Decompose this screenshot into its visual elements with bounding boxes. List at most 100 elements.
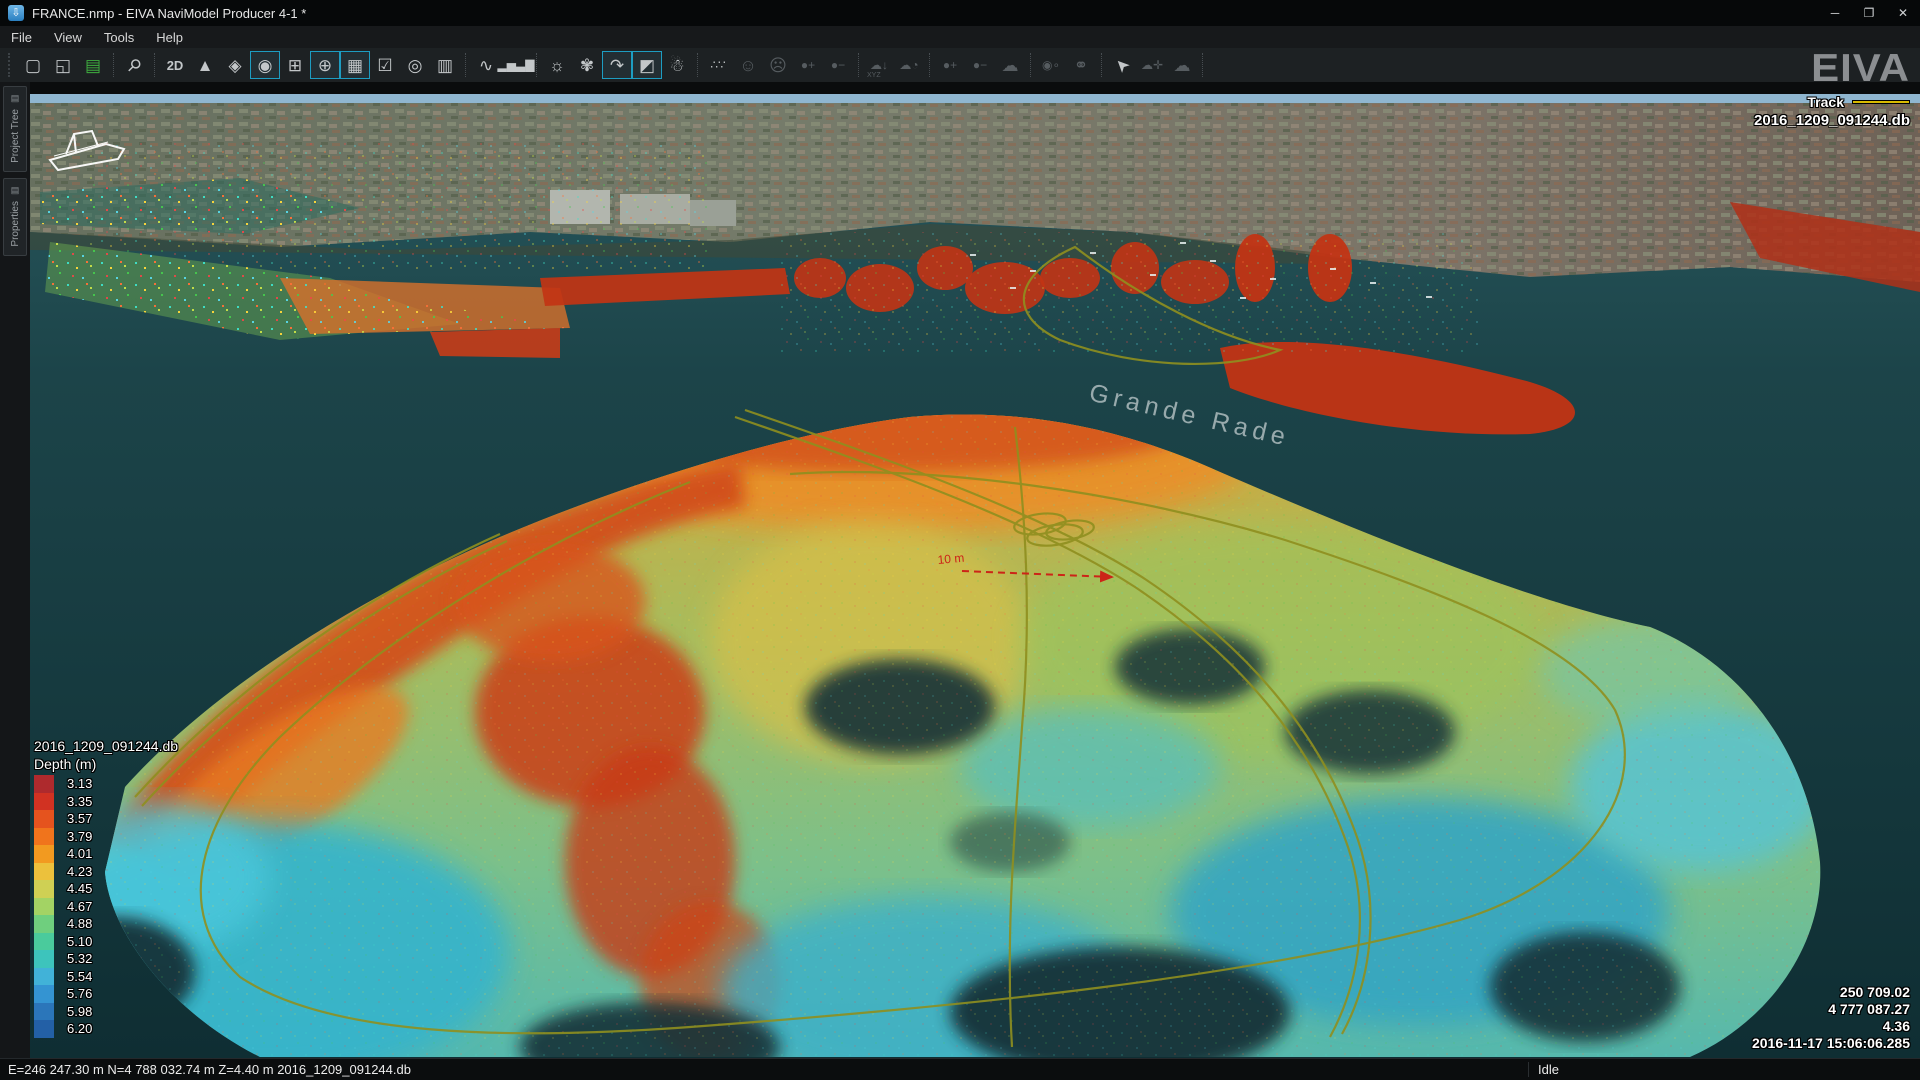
depth-value: 4.01 [54,846,92,861]
tab-project-tree[interactable]: ▤ Project Tree [3,86,27,172]
status-state: Idle [1538,1062,1559,1077]
face-neutral-button: ☺ [733,51,763,79]
cloud-select-region-icon: ☁ [1002,57,1019,74]
face-sad-icon: ☹ [769,57,787,74]
depth-color-swatch [34,845,54,863]
toolbar-separator [113,53,114,77]
depth-legend-rows: 3.133.353.573.794.014.234.454.674.885.10… [34,775,178,1038]
menu-help[interactable]: Help [145,30,194,45]
select-cursor-icon: ➤ [1111,54,1133,76]
depth-value: 5.76 [54,986,92,1001]
grid-display-button[interactable]: ⊞ [280,51,310,79]
track-legend: Track 2016_1209_091244.db [1754,94,1910,129]
open-folder-icon: ◱ [55,57,71,74]
depth-legend-row: 4.88 [34,915,178,933]
open-folder-button[interactable]: ◱ [48,51,78,79]
depth-color-swatch [34,915,54,933]
toolbar: ▢◱▤⚲2D▲◈◉⊞⊕▦☑◎▥∿▂▅▃▇☼✾↷◩☃∴∵☺☹●+●−☁↓XYZ☁◔… [0,48,1920,82]
title-bar: ⇩ FRANCE.nmp - EIVA NaviModel Producer 4… [0,0,1920,26]
view-3d-cube-button[interactable]: ◈ [220,51,250,79]
toolbar-separator [154,53,155,77]
survey-checkbox-icon: ☑ [377,57,392,74]
restore-button[interactable]: ❐ [1852,0,1886,26]
new-document-button[interactable]: ▢ [18,51,48,79]
depth-legend: 2016_1209_091244.db Depth (m) 3.133.353.… [34,738,178,1038]
new-document-icon: ▢ [25,57,41,74]
depth-value: 5.32 [54,951,92,966]
edit-swoosh-button[interactable]: ↷ [602,51,632,79]
depth-legend-row: 3.13 [34,775,178,793]
depth-value: 5.10 [54,934,92,949]
save-file-button[interactable]: ▤ [78,51,108,79]
depth-value: 6.20 [54,1021,92,1036]
depth-legend-row: 5.10 [34,933,178,951]
point-add-icon: ●+ [801,59,815,71]
view-2d-button[interactable]: 2D [160,51,190,79]
brightness-sun-icon: ☼ [549,57,565,74]
toolbar-separator [1030,53,1031,77]
track-color-swatch [1852,100,1910,104]
close-button[interactable]: ✕ [1886,0,1920,26]
depth-color-swatch [34,898,54,916]
connect-plug-icon: ⚲ [124,55,145,76]
minimize-button[interactable]: ─ [1818,0,1852,26]
grid-display-icon: ⊞ [288,57,302,74]
terrain-mesh-button[interactable]: ▦ [340,51,370,79]
toolbar-separator [858,53,859,77]
bathymetry-scene: 10 m Grande Rade [30,82,1920,1058]
depth-value: 3.79 [54,829,92,844]
menu-file[interactable]: File [0,30,43,45]
depth-legend-title: 2016_1209_091244.db [34,738,178,754]
depth-legend-row: 6.20 [34,1020,178,1038]
brightness-sun-button[interactable]: ☼ [542,51,572,79]
shading-gradient-button[interactable]: ◩ [632,51,662,79]
select-cursor-button[interactable]: ➤ [1107,51,1137,79]
depth-legend-row: 4.67 [34,898,178,916]
depth-color-swatch [34,810,54,828]
depth-color-swatch [34,950,54,968]
depth-color-swatch [34,880,54,898]
3d-view[interactable]: 10 m Grande Rade Track 2016_1209_091244.… [30,82,1920,1058]
depth-legend-row: 4.01 [34,845,178,863]
menu-view[interactable]: View [43,30,93,45]
scatter-points-icon: ∴∵ [710,59,725,71]
face-neutral-icon: ☺ [739,57,756,74]
depth-color-swatch [34,1020,54,1038]
color-palette-button[interactable]: ✾ [572,51,602,79]
measure-ruler-button[interactable]: ▥ [430,51,460,79]
depth-legend-row: 5.54 [34,968,178,986]
depth-value: 4.88 [54,916,92,931]
depth-color-swatch [34,828,54,846]
point-remove-alt-button: ●− [965,51,995,79]
track-legend-label: Track [1807,94,1844,110]
tab-properties-label: Properties [10,201,21,247]
depth-color-swatch [34,1003,54,1021]
ghost-mode-button[interactable]: ☃ [662,51,692,79]
point-cloud-display-button[interactable]: ◉ [250,51,280,79]
point-group-circles-icon: ◉∘ [1042,59,1060,71]
menu-bar: FileViewToolsHelp [0,26,1920,48]
point-remove-button: ●− [823,51,853,79]
menu-tools[interactable]: Tools [93,30,145,45]
histogram-profile-icon: ▂▅▃▇ [498,59,535,71]
cursor-coordinates-text: E=246 247.30 m N=4 788 032.74 m Z=4.40 m… [8,1062,411,1077]
toolbar-separator [929,53,930,77]
survey-checkbox-button[interactable]: ☑ [370,51,400,79]
tab-properties[interactable]: ▤ Properties [3,178,27,256]
export-xyz-cloud-icon: ☁↓ [870,59,888,71]
window-title: FRANCE.nmp - EIVA NaviModel Producer 4-1… [32,6,306,21]
marker-cone-button[interactable]: ▲ [190,51,220,79]
connect-plug-button[interactable]: ⚲ [119,51,149,79]
terrain-mesh-icon: ▦ [347,57,363,74]
scatter-points-button[interactable]: ∴∵ [703,51,733,79]
depth-color-swatch [34,775,54,793]
profile-view-button[interactable]: ∿ [471,51,501,79]
histogram-profile-button[interactable]: ▂▅▃▇ [501,51,531,79]
globe-overlay-button[interactable]: ⊕ [310,51,340,79]
point-add-alt-button: ●+ [935,51,965,79]
screenshot-camera-button[interactable]: ◎ [400,51,430,79]
depth-value: 4.45 [54,881,92,896]
status-divider [1528,1062,1529,1077]
point-add-alt-icon: ●+ [943,59,957,71]
cloud-gauge-icon: ☁◔ [899,59,918,71]
